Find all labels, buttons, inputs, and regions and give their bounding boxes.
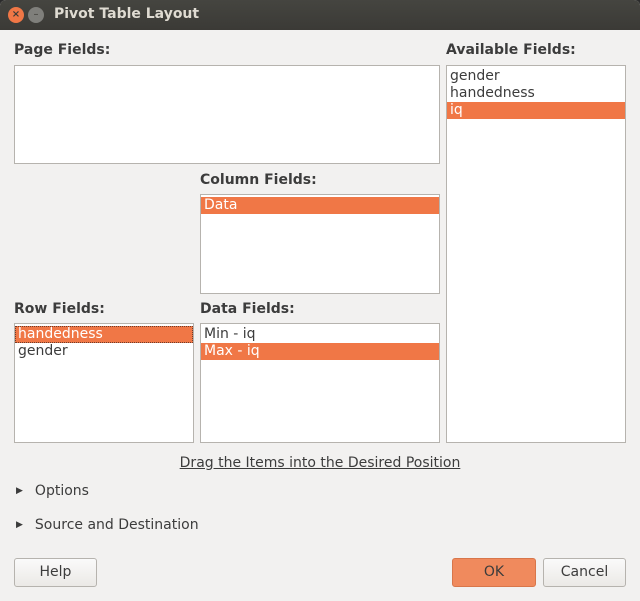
list-item-gender[interactable]: gender: [15, 343, 193, 360]
expander-arrow-icon: ▶: [16, 486, 23, 496]
list-item-data[interactable]: Data: [201, 197, 439, 214]
help-button[interactable]: Help: [14, 558, 97, 587]
window-title: Pivot Table Layout: [54, 6, 200, 22]
data-fields-list[interactable]: Min - iq Max - iq: [200, 323, 440, 443]
data-fields-label: Data Fields:: [200, 301, 295, 317]
available-fields-label: Available Fields:: [446, 42, 576, 58]
page-fields-list[interactable]: [14, 65, 440, 164]
list-item-gender[interactable]: gender: [447, 68, 625, 85]
source-destination-label: Source and Destination: [34, 517, 199, 533]
row-fields-label: Row Fields:: [14, 301, 105, 317]
row-fields-list[interactable]: handedness gender: [14, 323, 194, 443]
title-bar: × – Pivot Table Layout: [0, 0, 640, 30]
options-expander[interactable]: ▶ Options: [16, 483, 89, 499]
expander-arrow-icon: ▶: [16, 520, 23, 530]
minimize-icon[interactable]: –: [28, 7, 44, 23]
page-fields-label: Page Fields:: [14, 42, 111, 58]
list-item-min-iq[interactable]: Min - iq: [201, 326, 439, 343]
drag-hint: Drag the Items into the Desired Position: [179, 455, 461, 471]
list-item-max-iq[interactable]: Max - iq: [201, 343, 439, 360]
source-destination-expander[interactable]: ▶ Source and Destination: [16, 517, 199, 533]
list-item-handedness[interactable]: handedness: [447, 85, 625, 102]
close-icon[interactable]: ×: [8, 7, 24, 23]
list-item-handedness[interactable]: handedness: [15, 326, 193, 343]
ok-button[interactable]: OK: [452, 558, 536, 587]
column-fields-list[interactable]: Data: [200, 194, 440, 294]
cancel-button[interactable]: Cancel: [543, 558, 626, 587]
pivot-table-layout-dialog: × – Pivot Table Layout Page Fields: Avai…: [0, 0, 640, 601]
available-fields-list[interactable]: gender handedness iq: [446, 65, 626, 443]
list-item-iq[interactable]: iq: [447, 102, 625, 119]
column-fields-label: Column Fields:: [200, 172, 317, 188]
options-label: Options: [34, 483, 89, 499]
